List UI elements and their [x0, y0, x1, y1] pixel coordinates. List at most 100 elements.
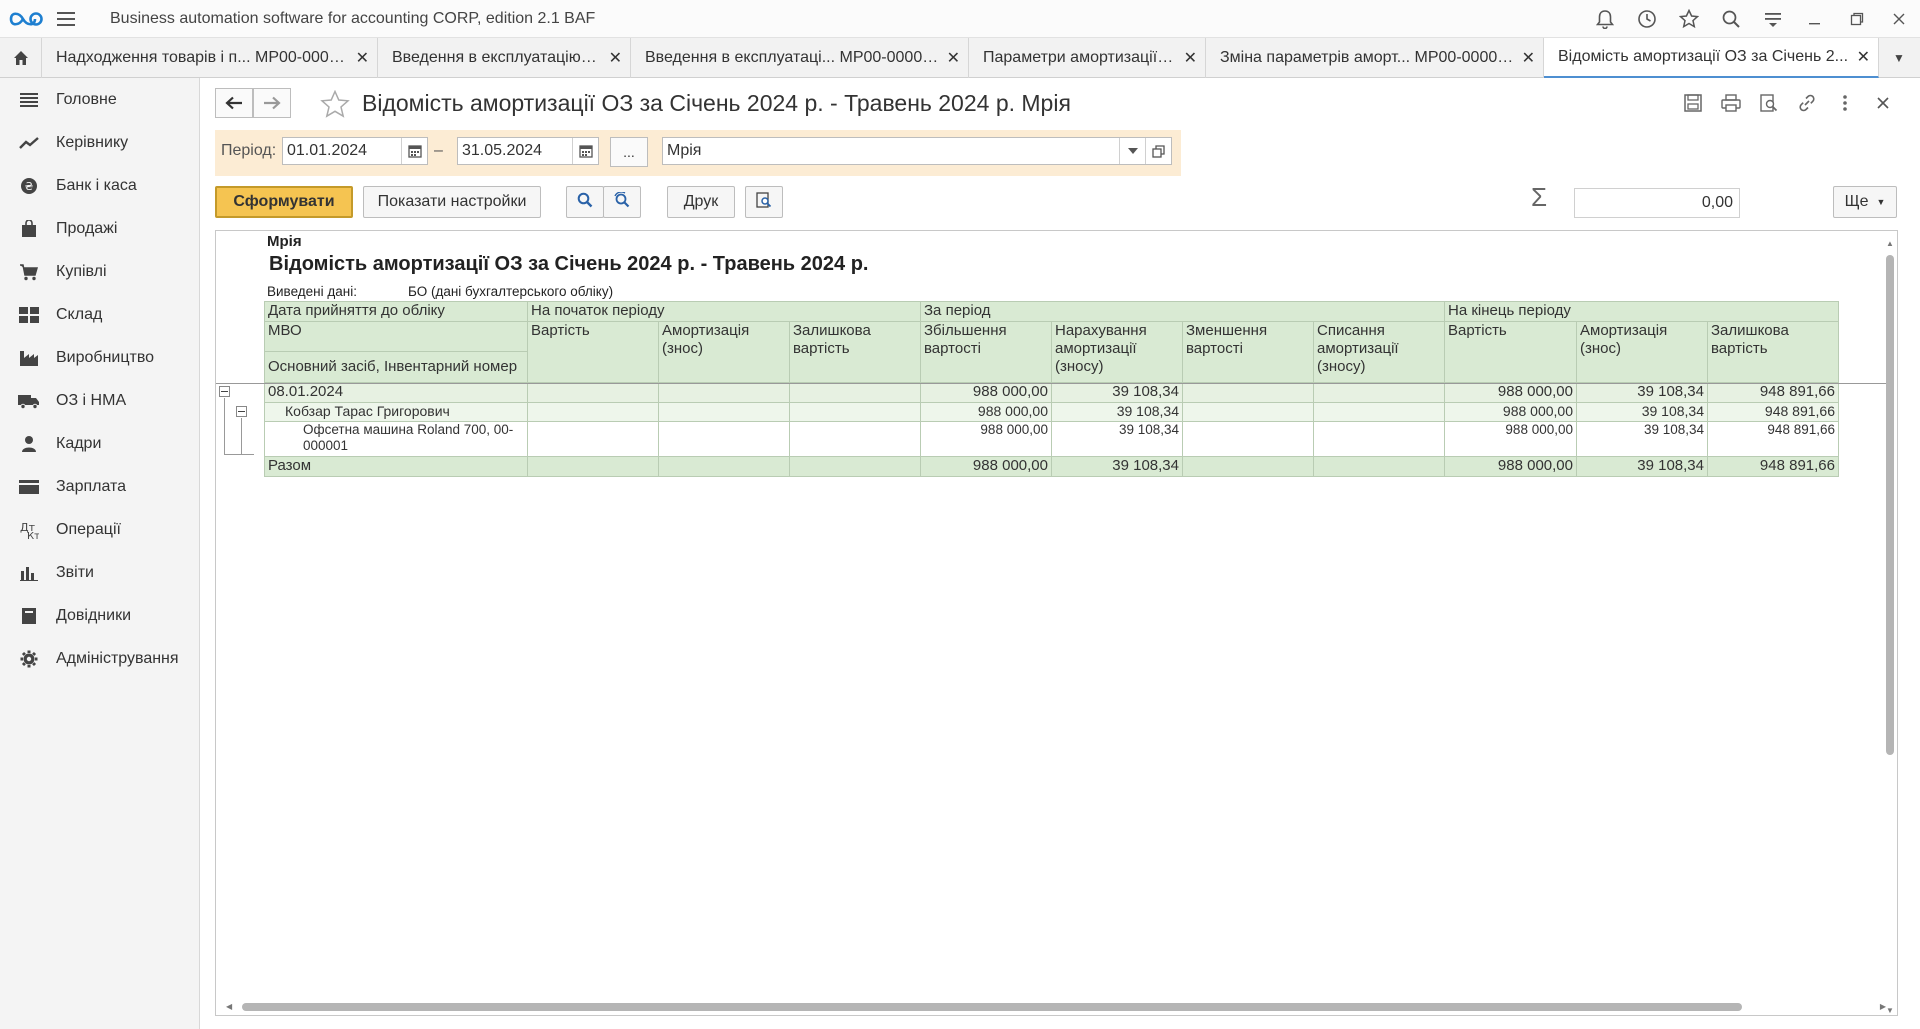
main-menu-icon[interactable]: [52, 0, 80, 38]
date-to-field[interactable]: 31.05.2024: [457, 137, 599, 165]
factory-icon: [18, 347, 40, 369]
print-preview-button[interactable]: [745, 186, 783, 218]
find-button[interactable]: [566, 186, 604, 218]
tab-label: Зміна параметрів аморт... МР00-000001: [1220, 49, 1514, 66]
back-button[interactable]: [215, 88, 253, 118]
show-settings-button[interactable]: Показати настройки: [363, 186, 541, 218]
sidebar-item-hr[interactable]: Кадри: [0, 422, 199, 465]
coins-icon: ₴: [18, 175, 40, 197]
tab-change-amortization-params[interactable]: Зміна параметрів аморт... МР00-000001 ✕: [1206, 38, 1544, 78]
sidebar-item-purchases[interactable]: Купівлі: [0, 250, 199, 293]
sidebar-item-manager[interactable]: Керівнику: [0, 121, 199, 164]
page-title: Відомість амортизації ОЗ за Січень 2024 …: [362, 90, 1071, 116]
header-period-end: На кінець періоду: [1444, 301, 1839, 322]
minimize-icon[interactable]: [1794, 0, 1836, 38]
generate-button[interactable]: Сформувати: [215, 186, 353, 218]
close-form-icon[interactable]: [1864, 88, 1902, 118]
close-icon[interactable]: ✕: [947, 48, 960, 68]
scroll-right-icon[interactable]: ▶: [1880, 1002, 1886, 1011]
preview-icon[interactable]: [1750, 88, 1788, 118]
tabs-dropdown-icon[interactable]: ▼: [1879, 38, 1919, 77]
organization-value: Мрія: [667, 142, 702, 159]
book-icon: [18, 605, 40, 627]
report-area[interactable]: Мрія Відомість амортизації ОЗ за Січень …: [215, 230, 1898, 1016]
close-icon[interactable]: ✕: [356, 48, 369, 68]
horizontal-scroll-thumb[interactable]: [242, 1003, 1742, 1011]
scroll-up-icon[interactable]: ▲: [1886, 239, 1894, 248]
sidebar-item-label: Звіти: [56, 563, 94, 581]
favorite-star-icon[interactable]: [320, 89, 350, 123]
close-icon[interactable]: ✕: [1857, 47, 1870, 67]
sidebar-item-administration[interactable]: Адміністрування: [0, 637, 199, 680]
row-label: Офсетна машина Roland 700, 00-000001: [264, 421, 528, 457]
close-icon[interactable]: ✕: [1184, 48, 1197, 68]
close-icon[interactable]: ✕: [1522, 48, 1535, 68]
date-from-value: 01.01.2024: [287, 142, 368, 159]
table-row[interactable]: Кобзар Тарас Григорович 988 000,00 39 10…: [264, 402, 1839, 422]
period-filter-bar: Період: 01.01.2024 – 31.05.2024 ... Мрія: [215, 130, 1181, 176]
sidebar-item-directories[interactable]: Довідники: [0, 594, 199, 637]
history-icon[interactable]: [1626, 0, 1668, 38]
tab-goods-receipt[interactable]: Надходження товарів і п... МР00-000001 ✕: [42, 38, 378, 78]
home-icon[interactable]: [0, 38, 42, 78]
print-button[interactable]: Друк: [667, 186, 735, 218]
sidebar-item-label: Купівлі: [56, 262, 107, 280]
forward-button[interactable]: [253, 88, 291, 118]
sidebar-item-warehouse[interactable]: Склад: [0, 293, 199, 336]
sidebar-item-sales[interactable]: Продажі: [0, 207, 199, 250]
more-button[interactable]: Ще ▼: [1833, 186, 1897, 218]
tab-commissioning-doc[interactable]: Введення в експлуатаці... МР00-000001 ✕: [631, 38, 969, 78]
scroll-left-icon[interactable]: ◀: [226, 1002, 232, 1011]
link-icon[interactable]: [1788, 88, 1826, 118]
more-vertical-icon[interactable]: [1826, 88, 1864, 118]
app-logo-icon[interactable]: [0, 0, 52, 38]
row-label: 08.01.2024: [264, 382, 528, 403]
tab-commissioning[interactable]: Введення в експлуатацію ОЗ ✕: [378, 38, 631, 78]
collapse-group-icon[interactable]: [219, 386, 230, 397]
tab-label: Введення в експлуатацію ОЗ: [392, 49, 601, 66]
header-asset: Основний засіб, Інвентарний номер: [264, 351, 528, 383]
calendar-icon[interactable]: [401, 138, 427, 164]
vertical-scrollbar[interactable]: ▲ ▼: [1885, 239, 1895, 1015]
sidebar-item-bank[interactable]: ₴ Банк і каса: [0, 164, 199, 207]
open-icon[interactable]: [1145, 138, 1171, 164]
close-window-icon[interactable]: [1878, 0, 1920, 38]
sidebar-item-fixed-assets[interactable]: ОЗ і НМА: [0, 379, 199, 422]
sidebar-item-main[interactable]: Головне: [0, 78, 199, 121]
header-during-period: За період: [920, 301, 1445, 322]
sidebar-item-reports[interactable]: Звіти: [0, 551, 199, 594]
save-icon[interactable]: [1674, 88, 1712, 118]
sidebar-item-label: Операції: [56, 520, 121, 538]
close-icon[interactable]: ✕: [609, 48, 622, 68]
table-row[interactable]: 08.01.2024 988 000,00 39 108,34 988 000,…: [264, 382, 1839, 403]
date-from-field[interactable]: 01.01.2024: [282, 137, 428, 165]
vertical-scroll-thumb[interactable]: [1886, 255, 1894, 755]
print-icon[interactable]: [1712, 88, 1750, 118]
tab-amortization-params[interactable]: Параметри амортизації ОЗ ✕: [969, 38, 1206, 78]
calendar-icon[interactable]: [572, 138, 598, 164]
restore-icon[interactable]: [1836, 0, 1878, 38]
bell-icon[interactable]: [1584, 0, 1626, 38]
tab-amortization-report[interactable]: Відомість амортизації ОЗ за Січень 2... ✕: [1544, 38, 1879, 78]
total-row[interactable]: Разом 988 000,00 39 108,34 988 000,00 39…: [264, 456, 1839, 477]
period-select-button[interactable]: ...: [610, 137, 648, 167]
tab-bar: Надходження товарів і п... МР00-000001 ✕ …: [0, 38, 1920, 78]
sidebar-item-label: Склад: [56, 305, 103, 323]
scroll-down-icon[interactable]: ▼: [1886, 1006, 1894, 1015]
settings-menu-icon[interactable]: [1752, 0, 1794, 38]
horizontal-scrollbar[interactable]: ◀ ▶: [226, 1001, 1886, 1013]
collapse-subgroup-icon[interactable]: [236, 406, 247, 417]
sidebar-item-production[interactable]: Виробництво: [0, 336, 199, 379]
operations-icon: Дт Кт: [18, 519, 40, 541]
star-icon[interactable]: [1668, 0, 1710, 38]
sidebar-item-salary[interactable]: Зарплата: [0, 465, 199, 508]
sum-field[interactable]: 0,00: [1574, 188, 1740, 218]
organization-field[interactable]: Мрія: [662, 137, 1172, 165]
search-icon[interactable]: [1710, 0, 1752, 38]
find-next-button[interactable]: [603, 186, 641, 218]
cart-icon: [18, 261, 40, 283]
dropdown-arrow-icon[interactable]: [1119, 138, 1145, 164]
tab-label: Надходження товарів і п... МР00-000001: [56, 49, 348, 66]
table-row[interactable]: Офсетна машина Roland 700, 00-000001 988…: [264, 421, 1839, 457]
sidebar-item-operations[interactable]: Дт Кт Операції: [0, 508, 199, 551]
